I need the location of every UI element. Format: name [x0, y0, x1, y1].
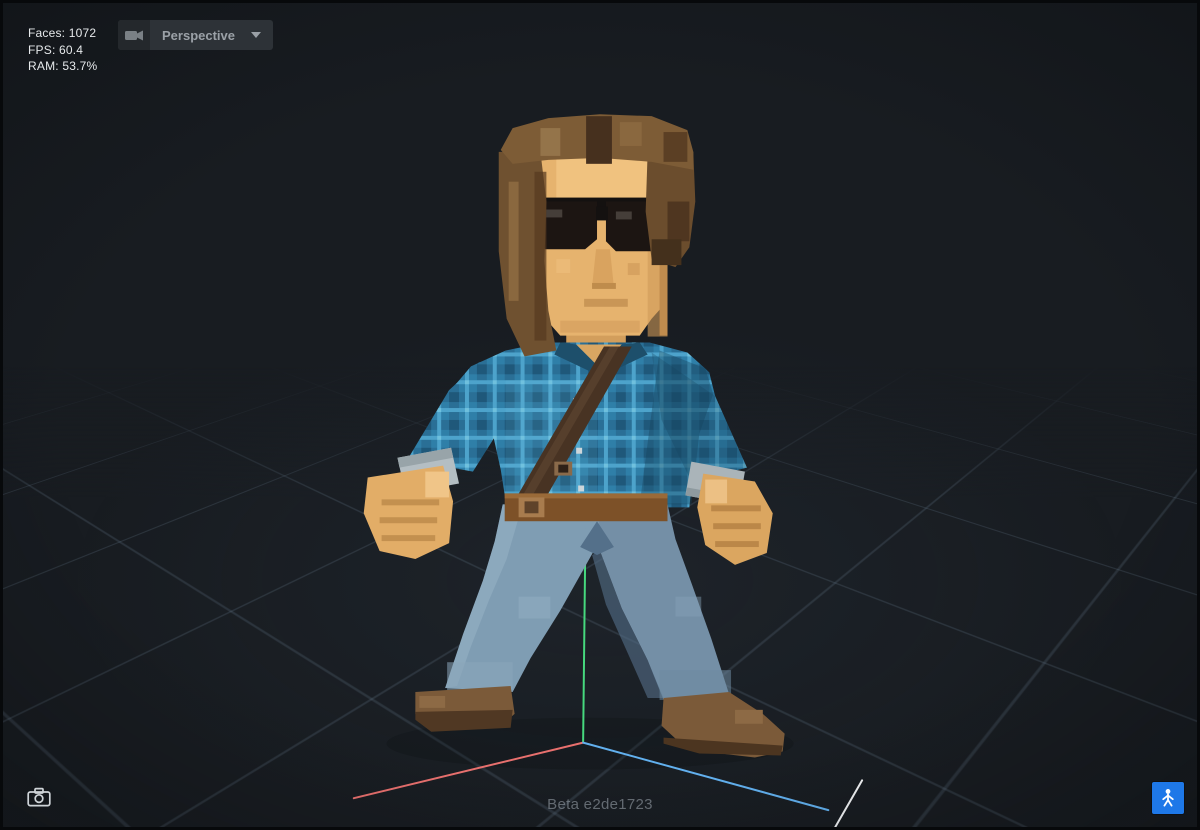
ram-usage: RAM: 53.7%: [28, 59, 98, 73]
chevron-down-icon: [251, 32, 261, 38]
viewport[interactable]: Faces: 1072 FPS: 60.4 RAM: 53.7% Perspec…: [0, 0, 1200, 830]
axis-y-line: [582, 559, 587, 744]
pose-tool-button[interactable]: [1152, 782, 1184, 814]
render-stats: Faces: 1072 FPS: 60.4 RAM: 53.7%: [28, 25, 97, 75]
perspective-camera-icon: [118, 20, 150, 50]
camera-mode-dropdown[interactable]: Perspective: [118, 20, 273, 50]
camera-mode-label: Perspective: [162, 27, 235, 43]
scene-canvas[interactable]: [3, 3, 1197, 827]
stick-figure-icon: [1162, 789, 1174, 807]
faces-count: Faces: 1072: [28, 26, 97, 40]
beta-watermark: Beta e2de1723: [547, 796, 653, 813]
voxel-character[interactable]: [363, 114, 785, 758]
fps-count: FPS: 60.4: [28, 42, 84, 57]
character-jeans: [445, 504, 732, 700]
character-belt: [504, 493, 668, 522]
character-head: [498, 114, 696, 357]
